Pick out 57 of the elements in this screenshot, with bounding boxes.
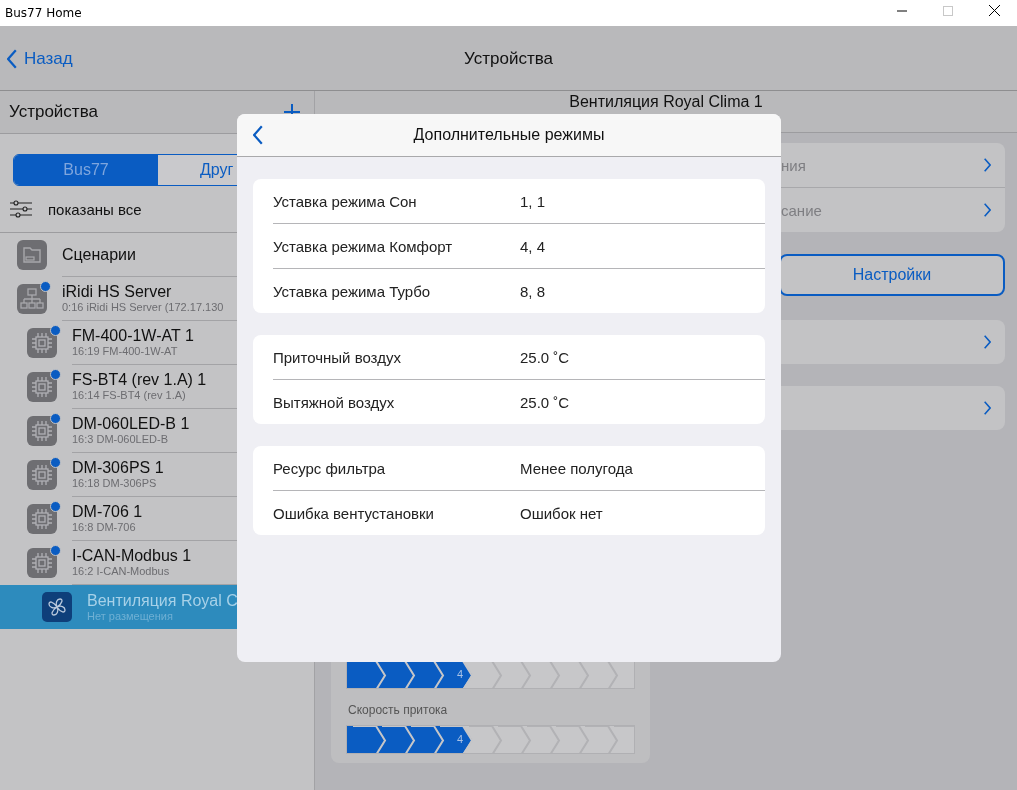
device-name: DM-706 1	[72, 503, 143, 521]
device-name: DM-060LED-B 1	[72, 415, 190, 433]
device-name: FM-400-1W-AT 1	[72, 327, 194, 345]
device-status: 16:18 DM-306PS	[72, 477, 157, 490]
setting-value: Менее полугода	[520, 459, 634, 477]
speed-label: Скорость притока	[348, 703, 449, 717]
device-name: FS-BT4 (rev 1.A) 1	[72, 371, 207, 389]
device-name: iRidi HS Server	[62, 283, 172, 301]
device-status: 16:14 FS-BT4 (rev 1.A)	[72, 389, 186, 402]
chevron-icon[interactable]	[983, 335, 991, 349]
back-icon[interactable]	[253, 125, 264, 145]
device-status: Нет размещения	[87, 609, 173, 623]
setting-value: 4, 4	[520, 237, 547, 255]
setting-label: Уставка режима Комфорт	[273, 237, 454, 255]
setting-label: Вытяжной воздух	[273, 393, 396, 411]
setting-label: Уставка режима Турбо	[273, 282, 432, 300]
device-status: 16:19 FM-400-1W-AT	[72, 345, 178, 358]
device-title: Вентиляция Royal Clima 1	[569, 93, 763, 112]
setting-value: Ошибок нет	[520, 504, 604, 522]
chevron-icon[interactable]	[983, 203, 991, 217]
network-icon	[17, 284, 47, 314]
page-title: Устройства	[464, 48, 553, 69]
filter-label: показаны все	[48, 200, 142, 218]
chip-icon	[27, 548, 57, 578]
device-name: DM-306PS 1	[72, 459, 164, 477]
speed-value: 4	[457, 668, 464, 680]
device-name: I-CAN-Modbus 1	[72, 547, 192, 565]
chip-icon	[27, 504, 57, 534]
panel-title: Устройства	[9, 102, 98, 122]
setting-label: Ресурс фильтра	[273, 459, 387, 477]
setting-value: 25.0 ˚C	[520, 393, 571, 411]
window-title: Bus77 Home	[5, 6, 83, 20]
device-status: 16:2 I-CAN-Modbus	[72, 565, 170, 578]
setting-value: 8, 8	[520, 282, 547, 300]
settings-button[interactable]: Настройки	[779, 254, 1005, 296]
fan-icon	[42, 592, 72, 622]
setting-label: Ошибка вентустановки	[273, 504, 435, 522]
device-status: 16:3 DM-060LED-B	[72, 433, 168, 446]
chip-icon	[27, 372, 57, 402]
setting-value: 1, 1	[520, 192, 547, 210]
setting-label: Уставка режима Сон	[273, 192, 418, 210]
device-name: Вентиляция Royal C	[87, 591, 238, 610]
speed-value: 4	[457, 733, 464, 745]
filter-icon[interactable]	[10, 200, 32, 218]
setting-label: Приточный воздух	[273, 348, 402, 366]
chip-icon	[27, 460, 57, 490]
chevron-icon[interactable]	[983, 401, 991, 415]
device-name: Сценарии	[62, 245, 136, 264]
chip-icon	[27, 328, 57, 358]
chevron-icon[interactable]	[983, 158, 991, 172]
back-icon[interactable]	[7, 48, 18, 69]
dialog-title: Дополнительные режимы	[413, 126, 605, 144]
chip-icon	[27, 416, 57, 446]
device-status: 16:8 DM-706	[72, 521, 136, 534]
setting-value: 25.0 ˚C	[520, 348, 571, 366]
folder-icon	[17, 240, 47, 270]
device-status: 0:16 iRidi HS Server (172.17.130	[62, 301, 224, 314]
